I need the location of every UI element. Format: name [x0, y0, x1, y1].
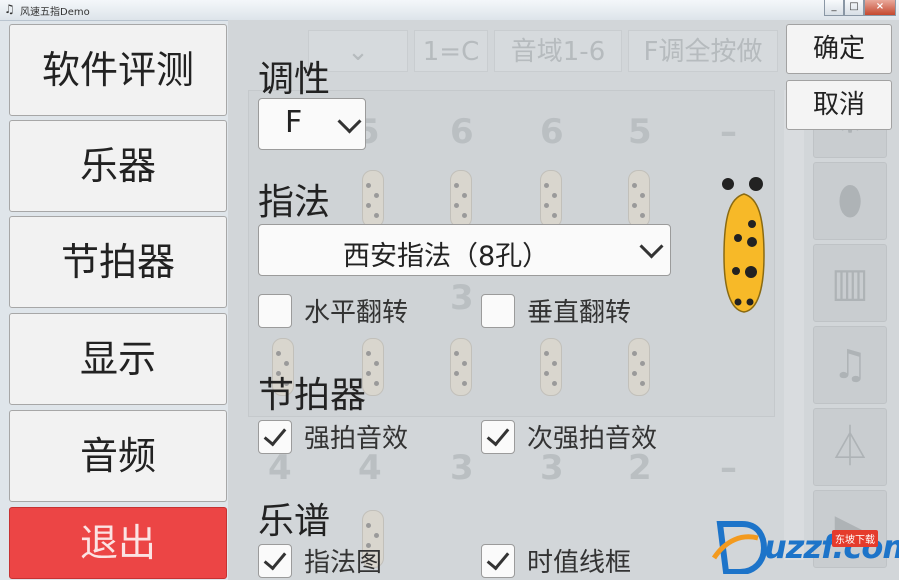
bg-ocarina-icon: ⬮: [813, 162, 887, 240]
fingering-select[interactable]: 西安指法（8孔）: [258, 224, 671, 276]
checkbox-label: 次强拍音效: [527, 424, 658, 454]
maximize-button[interactable]: □: [844, 0, 864, 16]
key-heading: 调性: [258, 59, 331, 100]
bg-note: –: [720, 112, 737, 152]
checkbox-box[interactable]: [258, 419, 292, 454]
bg-fingering-diagram: [540, 170, 562, 228]
bg-fingering-diagram: [540, 338, 562, 396]
watermark-d-icon: [712, 521, 768, 574]
exit-button[interactable]: 退出: [9, 507, 227, 579]
bg-note: 6: [540, 112, 564, 152]
key-value: F: [285, 105, 303, 140]
checkbox-box[interactable]: [258, 293, 292, 328]
bg-range-label: 音域1-6: [494, 30, 622, 72]
checkbox-box[interactable]: [481, 419, 515, 454]
menu-audio[interactable]: 音频: [9, 410, 227, 502]
key-select[interactable]: F: [258, 98, 366, 150]
menu-display[interactable]: 显示: [9, 313, 227, 405]
bg-note: 5: [628, 112, 652, 152]
fingering-diagram-checkbox[interactable]: 指法图: [258, 542, 382, 579]
checkbox-label: 指法图: [304, 548, 383, 578]
fingering-value: 西安指法（8孔）: [343, 241, 550, 272]
checkbox-label: 垂直翻转: [527, 298, 632, 328]
chevron-down-icon: [639, 234, 664, 259]
bg-metronome-icon: ⏃: [813, 408, 887, 486]
bg-fingering-label: F调全按做: [628, 30, 778, 72]
close-button[interactable]: ×: [864, 0, 896, 16]
bg-note: 6: [450, 112, 474, 152]
metronome-heading: 节拍器: [258, 375, 367, 416]
score-heading: 乐谱: [258, 501, 331, 542]
watermark-logo: uzzf.com 东坡下载: [712, 516, 899, 576]
checkbox-label: 时值线框: [527, 548, 632, 578]
watermark-tag: 东坡下载: [832, 530, 878, 547]
bg-fingering-diagram: [450, 170, 472, 228]
sub-strong-beat-checkbox[interactable]: 次强拍音效: [481, 418, 657, 455]
title-bar: ♫ 风速五指Demo: [0, 0, 899, 21]
bg-key-label: 1=C: [414, 30, 488, 72]
duration-box-checkbox[interactable]: 时值线框: [481, 542, 631, 579]
bg-fingering-diagram: [362, 170, 384, 228]
minimize-button[interactable]: _: [824, 0, 844, 16]
checkbox-box[interactable]: [481, 543, 515, 578]
ok-button[interactable]: 确定: [786, 24, 892, 74]
checkbox-label: 水平翻转: [304, 298, 409, 328]
menu-metronome[interactable]: 节拍器: [9, 216, 227, 308]
cancel-button[interactable]: 取消: [786, 80, 892, 130]
app-icon: ♫: [4, 2, 15, 16]
fingering-heading: 指法: [258, 182, 331, 223]
bg-music-note-icon: ♫: [813, 326, 887, 404]
window-title: 风速五指Demo: [20, 7, 90, 18]
bg-piano-icon: ▥: [813, 244, 887, 322]
bg-note: 3: [450, 448, 474, 488]
bg-note: 3: [450, 278, 474, 318]
flip-vertical-checkbox[interactable]: 垂直翻转: [481, 292, 631, 329]
menu-instrument[interactable]: 乐器: [9, 120, 227, 212]
bg-fingering-diagram: [628, 338, 650, 396]
bg-fingering-diagram: [628, 170, 650, 228]
checkbox-label: 强拍音效: [304, 424, 409, 454]
bg-fingering-diagram: [450, 338, 472, 396]
flip-horizontal-checkbox[interactable]: 水平翻转: [258, 292, 408, 329]
menu-software-review[interactable]: 软件评测: [9, 24, 227, 116]
chevron-down-icon: [337, 109, 362, 134]
checkbox-box[interactable]: [481, 293, 515, 328]
bg-scrollbar: [784, 90, 804, 560]
strong-beat-checkbox[interactable]: 强拍音效: [258, 418, 408, 455]
checkbox-box[interactable]: [258, 543, 292, 578]
ocarina-preview-icon: [722, 177, 765, 313]
bg-note: –: [720, 448, 737, 488]
